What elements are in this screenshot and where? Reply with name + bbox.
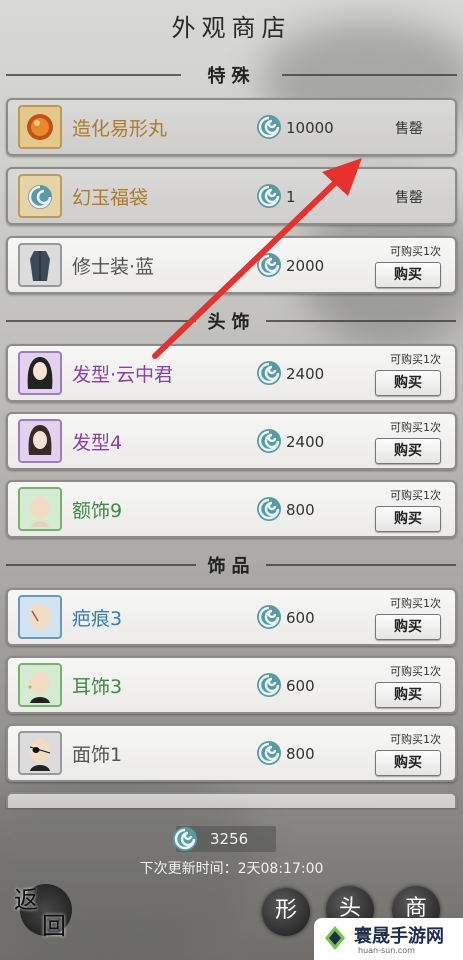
- item-name: 面饰1: [72, 744, 123, 766]
- buy-button[interactable]: 购买: [375, 682, 441, 708]
- item-price-value: 600: [286, 609, 315, 627]
- bald-head-icon: [30, 496, 50, 527]
- item-thumbnail: [18, 351, 62, 395]
- item-price-value: 1: [286, 188, 296, 206]
- jade-coin-icon: [257, 605, 281, 629]
- item-thumbnail: [18, 731, 62, 775]
- sold-out-label: 售罄: [395, 121, 423, 137]
- jade-coin-icon: [257, 429, 281, 453]
- pill-icon: [27, 114, 53, 140]
- item-price-value: 2400: [286, 433, 325, 451]
- item-price-value: 600: [286, 677, 315, 695]
- shop-item-card[interactable]: 疤痕3 600 可购买1次 购买: [6, 588, 457, 646]
- jade-coin-icon: [257, 253, 281, 277]
- page-title: 外观商店: [171, 14, 292, 42]
- shop-item-card[interactable]: 造化易形丸 10000 售罄: [6, 98, 457, 156]
- jade-coin-icon: [257, 497, 281, 521]
- jade-coin-icon: [257, 184, 281, 208]
- watermark-url: huan-sun.com: [358, 946, 415, 955]
- earring-face-icon: [28, 671, 50, 703]
- purchase-limit: 可购买1次: [390, 597, 441, 610]
- purchase-limit: 可购买1次: [390, 245, 441, 258]
- item-price-value: 2400: [286, 365, 325, 383]
- shop-item-card[interactable]: 耳饰3 600 可购买1次 购买: [6, 656, 457, 714]
- shop-item-card-partial: [6, 792, 457, 808]
- item-name: 修士装·蓝: [72, 256, 155, 278]
- purchase-limit: 可购买1次: [390, 665, 441, 678]
- jade-coin-icon: [257, 673, 281, 697]
- shop-item-card[interactable]: 幻玉福袋 1 售罄: [6, 167, 457, 225]
- section-label: 头饰: [207, 312, 256, 333]
- buy-button[interactable]: 购买: [375, 506, 441, 532]
- item-name: 疤痕3: [72, 608, 123, 630]
- section-divider-accessory: 饰品: [0, 554, 463, 577]
- buy-button[interactable]: 购买: [375, 438, 441, 464]
- buy-button[interactable]: 购买: [375, 614, 441, 640]
- item-price-value: 10000: [286, 119, 334, 137]
- item-thumbnail: [18, 174, 62, 218]
- item-thumbnail: [18, 595, 62, 639]
- buy-button[interactable]: 购买: [375, 750, 441, 776]
- jade-coin-icon: [257, 115, 281, 139]
- purchase-limit: 可购买1次: [390, 489, 441, 502]
- item-price-value: 2000: [286, 257, 325, 275]
- section-label: 特殊: [207, 66, 256, 87]
- hairstyle-icon: [28, 425, 52, 455]
- item-name: 发型4: [72, 432, 123, 454]
- purchase-limit: 可购买1次: [390, 421, 441, 434]
- back-char: 回: [42, 912, 66, 940]
- site-logo-icon: [325, 926, 345, 950]
- item-name: 幻玉福袋: [72, 187, 149, 209]
- item-price-value: 800: [286, 745, 315, 763]
- back-char: 返: [14, 886, 38, 914]
- back-button[interactable]: 返 回: [10, 880, 76, 940]
- item-name: 耳饰3: [72, 676, 123, 698]
- item-name: 造化易形丸: [72, 118, 168, 140]
- item-name: 额饰9: [72, 500, 123, 522]
- item-thumbnail: [18, 663, 62, 707]
- buy-button[interactable]: 购买: [375, 370, 441, 396]
- sold-out-label: 售罄: [395, 190, 423, 206]
- item-thumbnail: [18, 243, 62, 287]
- item-thumbnail: [18, 419, 62, 463]
- jade-coin-icon: [173, 827, 197, 851]
- section-divider-headwear: 头饰: [0, 310, 463, 333]
- hairstyle-icon: [27, 357, 53, 389]
- shop-item-card[interactable]: 发型·云中君 2400 可购买1次 购买: [6, 344, 457, 402]
- item-price-value: 800: [286, 501, 315, 519]
- shop-item-card[interactable]: 修士装·蓝 2000 可购买1次 购买: [6, 236, 457, 294]
- robe-icon: [30, 251, 50, 281]
- currency-amount: 3256: [210, 830, 249, 848]
- buy-button[interactable]: 购买: [375, 262, 441, 288]
- purchase-limit: 可购买1次: [390, 733, 441, 746]
- section-label: 饰品: [207, 556, 256, 577]
- item-name: 发型·云中君: [72, 364, 174, 386]
- shop-item-card[interactable]: 额饰9 800 可购买1次 购买: [6, 480, 457, 538]
- site-watermark: 寰晟手游网 huan-sun.com: [314, 918, 463, 960]
- item-thumbnail: [18, 105, 62, 149]
- refresh-timer: 下次更新时间：2天08:17:00: [139, 861, 324, 877]
- purchase-limit: 可购买1次: [390, 353, 441, 366]
- jade-coin-icon: [257, 361, 281, 385]
- section-divider-special: 特殊: [0, 64, 463, 87]
- watermark-title: 寰晟手游网: [354, 926, 444, 947]
- scar-face-icon: [29, 604, 51, 630]
- shop-item-card[interactable]: 发型4 2400 可购买1次 购买: [6, 412, 457, 470]
- eyepatch-face-icon: [29, 739, 51, 771]
- currency-display: 3256: [173, 826, 276, 852]
- nav-button-appearance[interactable]: 形: [262, 888, 310, 936]
- lucky-bag-icon: [28, 185, 52, 209]
- item-thumbnail: [18, 487, 62, 531]
- shop-item-card[interactable]: 面饰1 800 可购买1次 购买: [6, 724, 457, 782]
- jade-coin-icon: [257, 741, 281, 765]
